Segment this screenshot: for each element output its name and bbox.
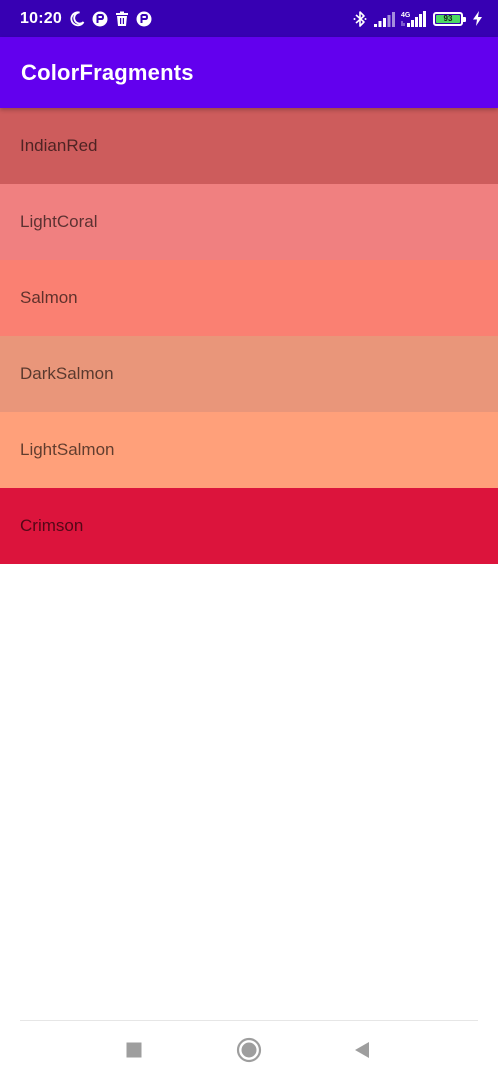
color-name: DarkSalmon — [20, 364, 114, 383]
navigation-bar — [0, 1020, 498, 1080]
color-item-lightcoral[interactable]: LightCoral — [0, 184, 498, 260]
status-bar: 10:20 4G 93 — [0, 0, 498, 37]
app-bar: ColorFragments — [0, 37, 498, 108]
status-left: 10:20 — [20, 10, 152, 28]
color-item-crimson[interactable]: Crimson — [0, 488, 498, 564]
status-right: 4G 93 — [353, 10, 482, 28]
recents-button[interactable] — [121, 1037, 147, 1063]
notification-icon — [136, 11, 152, 27]
signal-4g-icon: 4G — [401, 10, 427, 28]
color-item-indianred[interactable]: IndianRed — [0, 108, 498, 184]
circle-icon — [236, 1037, 262, 1063]
notification-icon — [92, 11, 108, 27]
color-name: LightSalmon — [20, 440, 115, 459]
battery-icon: 93 — [433, 11, 466, 26]
triangle-back-icon — [355, 1042, 369, 1058]
trash-icon — [115, 11, 129, 27]
bluetooth-icon — [353, 10, 367, 28]
charging-icon — [473, 11, 482, 26]
status-time: 10:20 — [20, 9, 62, 27]
color-item-lightsalmon[interactable]: LightSalmon — [0, 412, 498, 488]
color-item-darksalmon[interactable]: DarkSalmon — [0, 336, 498, 412]
color-item-salmon[interactable]: Salmon — [0, 260, 498, 336]
home-button[interactable] — [236, 1037, 262, 1063]
app-title: ColorFragments — [21, 59, 194, 85]
nav-divider — [20, 1020, 478, 1021]
battery-level: 93 — [443, 13, 453, 23]
battery-fill: 93 — [436, 13, 460, 23]
color-name: Salmon — [20, 288, 78, 307]
color-name: IndianRed — [20, 136, 98, 155]
color-name: Crimson — [20, 516, 84, 535]
square-icon — [126, 1042, 142, 1058]
svg-text:4G: 4G — [401, 12, 411, 19]
color-name: LightCoral — [20, 212, 98, 231]
moon-icon — [69, 10, 85, 27]
color-list: IndianRed LightCoral Salmon DarkSalmon L… — [0, 108, 498, 564]
back-button[interactable] — [349, 1037, 375, 1063]
signal-icon — [373, 11, 395, 27]
